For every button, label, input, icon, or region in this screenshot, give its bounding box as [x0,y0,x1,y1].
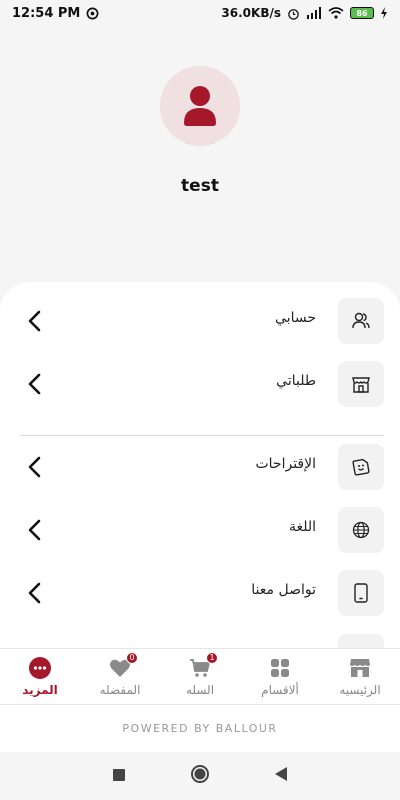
wifi-icon [328,7,344,19]
signal-icon [307,7,321,19]
more-icon [29,656,51,679]
alarm-icon [288,8,299,20]
battery-icon: 86 [350,7,374,19]
nav-label: المزيد [22,682,58,697]
status-bar: 12:54 PM 36.0KB/s 86 [0,0,400,26]
charging-icon [381,7,387,19]
menu-item-label: الإقتراحات [255,456,316,472]
menu-item-label: تواصل معنا [251,582,316,598]
status-left: 12:54 PM [12,6,99,21]
chevron-left-icon [22,580,46,606]
menu-item-more-hidden[interactable] [0,632,400,648]
user-icon [184,86,216,126]
menu-item-icon [338,634,384,648]
cart-badge: 1 [206,651,218,664]
globe-icon [338,507,384,553]
users-icon [338,298,384,344]
menu-item-contact[interactable]: تواصل معنا [0,568,400,618]
menu-item-orders[interactable]: طلباتي [0,359,400,409]
chevron-left-icon [22,308,46,334]
chevron-left-icon [22,454,46,480]
divider [20,435,384,436]
cart-icon: 1 [189,651,218,679]
nav-home[interactable]: الرئيسيه [320,649,400,704]
heart-icon: 0 [109,651,138,679]
menu-item-account[interactable]: حسابي [0,296,400,346]
avatar[interactable] [160,66,240,146]
chevron-left-icon [22,371,46,397]
sync-icon [86,7,99,19]
phone-icon [338,570,384,616]
menu-item-label: اللغة [288,519,316,535]
menu-item-language[interactable]: اللغة [0,505,400,555]
nav-favorites[interactable]: 0 المفضله [80,649,160,704]
nav-more[interactable]: المزيد [0,649,80,704]
chevron-left-icon [22,517,46,543]
nav-cart[interactable]: 1 السله [160,649,240,704]
bottom-nav: المزيد 0 المفضله 1 السله ألاقسام الرئيسي… [0,648,400,704]
menu-item-label: حسابي [275,310,316,326]
menu-item-suggestions[interactable]: الإقتراحات [0,442,400,492]
store-icon [338,361,384,407]
sticker-icon [338,444,384,490]
status-time: 12:54 PM [12,5,81,21]
grid-icon [269,657,291,679]
nav-label: السله [185,682,215,697]
username: test [181,176,219,196]
system-nav-bar [0,752,400,800]
status-right: 36.0KB/s 86 [221,6,388,20]
nav-label: ألاقسام [261,682,299,697]
back-button[interactable] [274,766,288,786]
network-speed: 36.0KB/s [221,6,281,20]
nav-label: المفضله [99,682,141,697]
menu-sheet: حسابي طلباتي الإقتراحات اللغة تواصل معنا [0,282,400,648]
powered-by: POWERED BY BALLOUR [0,704,400,752]
recents-button[interactable] [112,767,126,786]
profile-header: test [0,26,400,296]
home-button[interactable] [190,764,210,788]
nav-label: الرئيسيه [339,682,381,697]
favorites-badge: 0 [126,651,138,664]
nav-categories[interactable]: ألاقسام [240,649,320,704]
home-store-icon [349,657,371,679]
menu-item-label: طلباتي [276,373,316,389]
